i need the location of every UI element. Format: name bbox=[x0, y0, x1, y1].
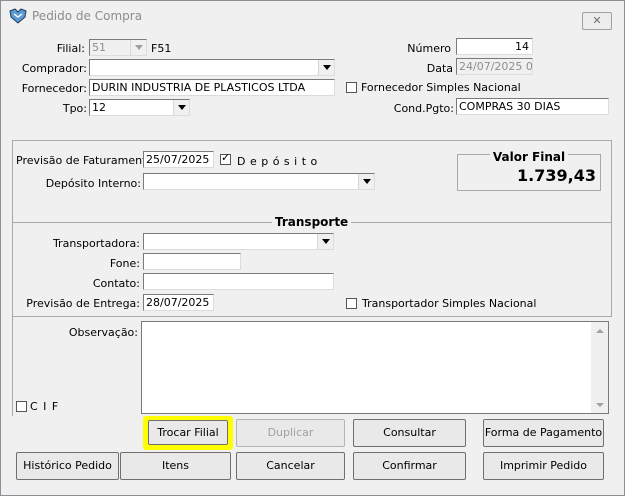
close-icon: ✕ bbox=[592, 14, 602, 27]
cond-pgto-label: Cond.Pgto: bbox=[393, 102, 454, 115]
itens-button[interactable]: Itens bbox=[120, 452, 231, 480]
deposito-interno-select[interactable] bbox=[143, 173, 375, 190]
scroll-up-icon bbox=[596, 329, 604, 333]
entrega-label: Previsão de Entrega: bbox=[26, 297, 140, 310]
purchase-order-window: Pedido de Compra ✕ Filial: 51 F51 Número… bbox=[0, 0, 625, 496]
data-label: Data bbox=[426, 62, 453, 75]
forma-pagamento-label: Forma de Pagamento bbox=[484, 426, 603, 439]
deposito-interno-dropdown-button[interactable] bbox=[358, 174, 374, 189]
duplicar-label: Duplicar bbox=[267, 426, 314, 439]
observacao-label: Observação: bbox=[68, 326, 138, 339]
chevron-down-icon bbox=[135, 45, 143, 50]
app-icon bbox=[9, 8, 27, 24]
comprador-dropdown-button[interactable] bbox=[318, 60, 334, 75]
cif-checkbox[interactable] bbox=[16, 401, 27, 412]
historico-pedido-label: Histórico Pedido bbox=[23, 459, 112, 472]
transporte-heading: Transporte bbox=[272, 215, 352, 229]
filial-dropdown-button[interactable] bbox=[130, 40, 146, 55]
filial-select[interactable]: 51 bbox=[89, 39, 147, 56]
tpo-dropdown-button[interactable] bbox=[173, 100, 189, 115]
tpo-label: Tpo: bbox=[62, 102, 87, 115]
transportadora-label: Transportadora: bbox=[52, 237, 140, 250]
close-button[interactable]: ✕ bbox=[582, 12, 612, 30]
numero-field[interactable]: 14 bbox=[456, 38, 533, 55]
duplicar-button[interactable]: Duplicar bbox=[236, 419, 345, 447]
check-icon: ✓ bbox=[221, 151, 231, 164]
valor-final-box: Valor Final 1.739,43 bbox=[457, 150, 601, 191]
faturamento-field[interactable]: 25/07/2025 0 bbox=[143, 151, 214, 168]
fone-field[interactable] bbox=[143, 253, 241, 270]
imprimir-pedido-button[interactable]: Imprimir Pedido bbox=[483, 452, 604, 480]
observacao-scrollbar[interactable] bbox=[591, 322, 608, 413]
entrega-field[interactable]: 28/07/2025 0 bbox=[143, 294, 214, 311]
tpo-value: 12 bbox=[92, 101, 106, 114]
cancelar-label: Cancelar bbox=[266, 459, 315, 472]
deposito-checkbox[interactable]: ✓ bbox=[220, 151, 231, 165]
faturamento-label: Previsão de Faturamento: bbox=[16, 154, 157, 167]
fornecedor-label: Fornecedor: bbox=[21, 82, 87, 95]
scroll-up-button[interactable] bbox=[591, 322, 608, 339]
consultar-label: Consultar bbox=[383, 426, 436, 439]
transportador-simples-label: Transportador Simples Nacional bbox=[362, 297, 537, 310]
comprador-label: Comprador: bbox=[21, 62, 87, 75]
contato-label: Contato: bbox=[92, 277, 140, 290]
comprador-select[interactable] bbox=[89, 59, 335, 76]
scroll-down-icon bbox=[596, 403, 604, 407]
cif-label: C I F bbox=[30, 400, 60, 413]
transportadora-dropdown-button[interactable] bbox=[317, 234, 333, 249]
valor-final-value: 1.739,43 bbox=[517, 166, 596, 185]
fornecedor-field[interactable]: DURIN INDUSTRIA DE PLASTICOS LTDA bbox=[89, 79, 335, 96]
trocar-filial-button[interactable]: Trocar Filial bbox=[148, 420, 228, 445]
confirmar-button[interactable]: Confirmar bbox=[353, 452, 466, 480]
itens-label: Itens bbox=[161, 459, 190, 472]
cancelar-button[interactable]: Cancelar bbox=[236, 452, 345, 480]
filial-value: 51 bbox=[92, 41, 106, 54]
transportadora-select[interactable] bbox=[143, 233, 334, 250]
window-title: Pedido de Compra bbox=[32, 9, 143, 23]
chevron-down-icon bbox=[363, 179, 371, 184]
filial-label: Filial: bbox=[56, 42, 85, 55]
chevron-down-icon bbox=[322, 239, 330, 244]
valor-final-label: Valor Final bbox=[489, 150, 569, 164]
numero-label: Número bbox=[407, 42, 451, 55]
historico-pedido-button[interactable]: Histórico Pedido bbox=[16, 452, 119, 480]
forma-pagamento-button[interactable]: Forma de Pagamento bbox=[483, 419, 604, 447]
fornecedor-simples-checkbox[interactable] bbox=[346, 82, 357, 93]
consultar-button[interactable]: Consultar bbox=[353, 419, 466, 447]
confirmar-label: Confirmar bbox=[382, 459, 437, 472]
fone-label: Fone: bbox=[109, 257, 140, 270]
deposito-label: D e p ó s i t o bbox=[237, 155, 318, 168]
title-bar: Pedido de Compra ✕ bbox=[1, 1, 624, 30]
data-field[interactable]: 24/07/2025 00 bbox=[456, 58, 533, 75]
chevron-down-icon bbox=[323, 65, 331, 70]
observacao-memo[interactable] bbox=[141, 321, 609, 414]
filial-name: F51 bbox=[151, 42, 172, 55]
contato-field[interactable] bbox=[143, 273, 334, 290]
imprimir-pedido-label: Imprimir Pedido bbox=[499, 459, 588, 472]
cond-pgto-field[interactable]: COMPRAS 30 DIAS bbox=[456, 98, 609, 115]
transportador-simples-checkbox[interactable] bbox=[346, 298, 357, 309]
chevron-down-icon bbox=[178, 105, 186, 110]
fornecedor-simples-label: Fornecedor Simples Nacional bbox=[361, 81, 521, 94]
tpo-select[interactable]: 12 bbox=[89, 99, 190, 116]
trocar-filial-label: Trocar Filial bbox=[157, 426, 219, 439]
deposito-interno-label: Depósito Interno: bbox=[45, 177, 141, 190]
scroll-down-button[interactable] bbox=[591, 396, 608, 413]
